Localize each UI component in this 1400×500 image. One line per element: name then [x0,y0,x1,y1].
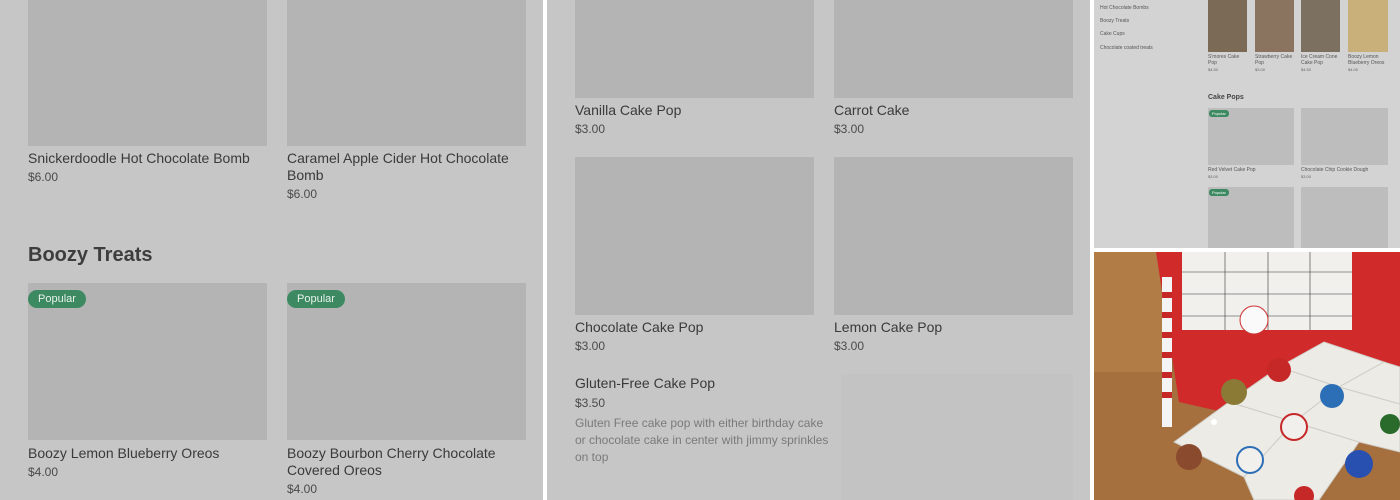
section-title: Boozy Treats [28,244,153,266]
product-price: $4.50 [1301,67,1312,72]
advent-box-photo [1094,252,1400,500]
product-name[interactable]: Gluten-Free Cake Pop [575,375,715,392]
product-image[interactable] [28,0,267,146]
product-price: $3.00 [834,339,865,353]
product-image[interactable] [1255,0,1294,52]
product-image[interactable] [1301,108,1388,165]
menu-panel-cake-pops: Vanilla Cake Pop $3.00 Carrot Cake $3.00… [547,0,1090,500]
popular-badge: Popular [1209,189,1229,196]
nav-link[interactable]: Chocolate coated treats [1100,45,1153,51]
product-name[interactable]: Vanilla Cake Pop [575,102,681,119]
product-price: $3.50 [575,396,606,410]
product-description: Gluten Free cake pop with either birthda… [575,416,829,464]
nav-link[interactable]: Cake Cups [1100,31,1125,37]
product-price: $6.00 [287,187,318,201]
menu-panel-overview: Hot Chocolate Bombs Boozy Treats Cake Cu… [1094,0,1400,248]
product-image[interactable] [1301,0,1340,52]
product-name[interactable]: Carrot Cake [834,102,909,119]
product-name[interactable]: Chocolate Chip Cookie Dough [1301,167,1368,173]
product-price: $3.00 [575,122,606,136]
product-price: $3.00 [575,339,606,353]
popular-badge: Popular [28,290,86,308]
product-name[interactable]: Snickerdoodle Hot Chocolate Bomb [28,150,268,167]
product-image[interactable] [841,374,1073,500]
product-name[interactable]: Red Velvet Cake Pop [1208,167,1256,173]
product-name[interactable]: Boozy Lemon Blueberry Oreos [28,445,268,462]
product-price: $3.00 [1255,67,1266,72]
product-price: $4.00 [287,482,318,496]
product-image[interactable] [834,0,1073,98]
product-price: $4.00 [1348,67,1359,72]
product-image[interactable] [1348,0,1388,52]
product-name[interactable]: Ice Cream Cone Cake Pop [1301,54,1341,66]
product-name[interactable]: S'mores Cake Pop [1208,54,1248,66]
nav-link[interactable]: Boozy Treats [1100,18,1129,24]
product-name[interactable]: Lemon Cake Pop [834,319,942,336]
product-name[interactable]: Chocolate Cake Pop [575,319,703,336]
product-image[interactable] [1301,187,1388,248]
product-name[interactable]: Boozy Bourbon Cherry Chocolate Covered O… [287,445,527,479]
product-price: $3.00 [1208,174,1219,179]
product-price: $3.00 [1301,174,1312,179]
product-name[interactable]: Caramel Apple Cider Hot Chocolate Bomb [287,150,527,184]
product-price: $4.50 [1208,67,1219,72]
product-image[interactable] [834,157,1073,315]
popular-badge: Popular [1209,110,1229,117]
product-image[interactable] [287,0,526,146]
product-image[interactable] [575,0,814,98]
product-name[interactable]: Boozy Lemon Blueberry Oreos [1348,54,1392,66]
product-price: $6.00 [28,170,59,184]
section-title: Cake Pops [1208,94,1244,101]
nav-link[interactable]: Hot Chocolate Bombs [1100,5,1149,11]
menu-panel-hot-chocolate-boozy: Snickerdoodle Hot Chocolate Bomb $6.00 C… [0,0,543,500]
popular-badge: Popular [287,290,345,308]
product-price: $4.00 [28,465,59,479]
product-photo-advent-box [1094,252,1400,500]
product-price: $3.00 [834,122,865,136]
product-image[interactable] [575,157,814,315]
product-image[interactable] [1208,187,1294,248]
product-name[interactable]: Strawberry Cake Pop [1255,54,1295,66]
product-image[interactable] [1208,0,1247,52]
